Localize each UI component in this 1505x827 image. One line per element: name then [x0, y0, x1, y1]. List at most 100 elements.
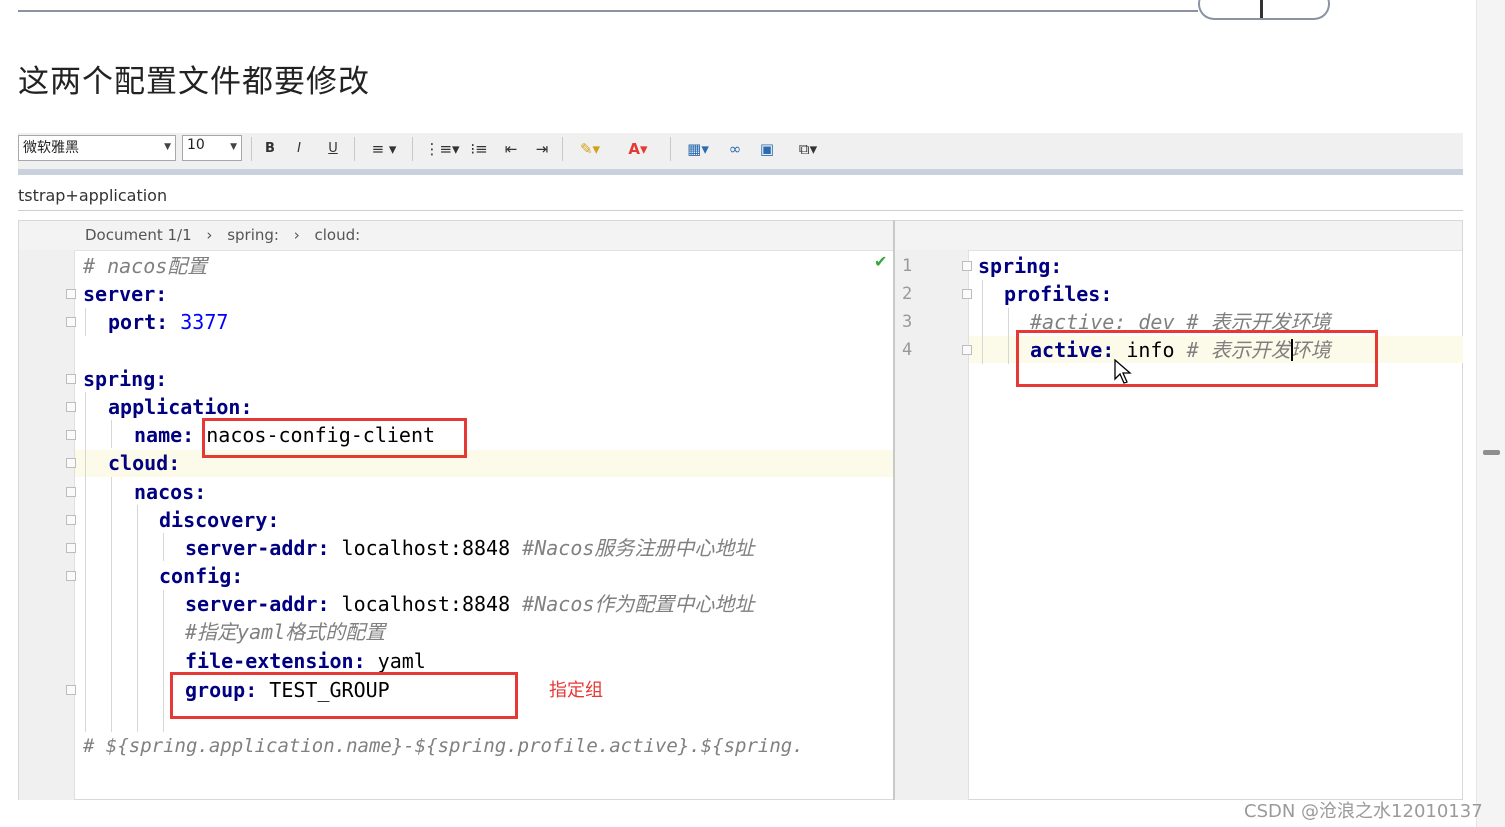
code-line: # ${spring.application.name}-${spring.pr…: [83, 735, 804, 757]
code-line: spring:: [83, 367, 168, 391]
fold-marker[interactable]: [66, 543, 76, 553]
code-line: #指定yaml格式的配置: [185, 620, 386, 644]
code-insert-icon: ⧉▾: [798, 140, 818, 158]
code-line: profiles:: [1004, 282, 1113, 306]
chevron-down-icon: ▼: [230, 142, 237, 152]
code-line: port: 3377: [108, 310, 229, 334]
editor-toolbar: 微软雅黑 ▼ 10 ▼ B I U ≡ ▾ ⋮≡▾ ⁝≡ ⇤ ⇥ ✎▾ A▾ ▦…: [18, 133, 1463, 175]
indent-guide: [85, 392, 86, 732]
breadcrumb-separator: ›: [293, 226, 300, 244]
breadcrumb-document[interactable]: Document 1/1: [85, 226, 192, 244]
fold-marker[interactable]: [962, 345, 972, 355]
toolbar-separator: [354, 137, 355, 161]
outdent-icon: ⇤: [504, 140, 518, 158]
code-line: config:: [159, 564, 244, 588]
indent-button[interactable]: ⇥: [531, 137, 553, 161]
highlight-color-button[interactable]: ✎▾: [570, 137, 610, 161]
image-button[interactable]: ▣: [756, 137, 778, 161]
breadcrumb-cloud[interactable]: cloud:: [315, 226, 361, 244]
numbered-list-icon: ⋮≡▾: [424, 140, 460, 158]
watermark: CSDN @沧浪之水12010137: [1244, 801, 1483, 822]
outdent-button[interactable]: ⇤: [500, 137, 522, 161]
code-line: nacos:: [134, 480, 207, 504]
fold-marker[interactable]: [66, 374, 76, 384]
italic-button[interactable]: I: [288, 137, 310, 161]
indent-guide: [982, 280, 983, 364]
previous-figure-knob: [1198, 0, 1330, 20]
fold-marker[interactable]: [962, 261, 972, 271]
code-line: application:: [108, 395, 253, 419]
numbered-list-button[interactable]: ⋮≡▾: [422, 137, 462, 161]
indent-guide: [163, 590, 164, 732]
breadcrumb-separator: ›: [206, 226, 213, 244]
code-line: spring:: [978, 254, 1063, 278]
fold-marker[interactable]: [66, 317, 76, 327]
left-gutter: [19, 250, 75, 800]
indent-guide: [111, 420, 112, 448]
line-number: 3: [902, 312, 913, 332]
code-line: file-extension: yaml: [185, 649, 426, 673]
check-icon: ✔: [874, 252, 888, 271]
toolbar-separator: [670, 137, 671, 161]
chevron-down-icon: ▼: [164, 142, 171, 152]
code-line: server-addr: localhost:8848 #Nacos作为配置中心…: [185, 592, 755, 616]
fold-marker[interactable]: [66, 289, 76, 299]
breadcrumb: Document 1/1 › spring: › cloud:: [85, 226, 370, 244]
pane-divider[interactable]: [893, 220, 895, 800]
code-line: discovery:: [159, 508, 280, 532]
breadcrumb-spring[interactable]: spring:: [227, 226, 279, 244]
fold-marker[interactable]: [66, 402, 76, 412]
divider: [18, 210, 1463, 211]
font-family-value: 微软雅黑: [23, 140, 79, 156]
code-line: # nacos配置: [83, 254, 208, 278]
bold-button[interactable]: B: [259, 137, 281, 161]
table-button[interactable]: ▦▾: [678, 137, 718, 161]
font-size-select[interactable]: 10 ▼: [182, 135, 242, 161]
mouse-pointer-icon: [1114, 358, 1132, 389]
indent-icon: ⇥: [535, 140, 549, 158]
link-icon: ∞: [728, 140, 742, 158]
page-scrollbar[interactable]: [1476, 0, 1505, 827]
toolbar-separator: [251, 137, 252, 161]
highlight-box-active: [1016, 330, 1378, 387]
bullet-list-icon: ⁝≡: [470, 140, 488, 158]
code-button[interactable]: ⧉▾: [788, 137, 828, 161]
toolbar-separator: [562, 137, 563, 161]
line-number: 4: [902, 340, 913, 360]
link-button[interactable]: ∞: [724, 137, 746, 161]
code-line: server:: [83, 282, 168, 306]
fold-marker[interactable]: [66, 487, 76, 497]
font-size-value: 10: [187, 137, 205, 153]
indent-guide: [163, 533, 164, 561]
page-scrollbar-thumb[interactable]: [1483, 450, 1500, 455]
annotation-label: 指定组: [549, 680, 603, 701]
fold-marker[interactable]: [66, 571, 76, 581]
table-icon: ▦▾: [687, 140, 709, 158]
align-button[interactable]: ≡ ▾: [364, 137, 404, 161]
line-number: 2: [902, 284, 913, 304]
toolbar-separator: [412, 137, 413, 161]
indent-guide: [1008, 308, 1009, 364]
document-title: tstrap+application: [18, 186, 168, 205]
right-gutter: [895, 250, 969, 800]
fold-marker[interactable]: [66, 430, 76, 440]
font-color-button[interactable]: A▾: [618, 137, 658, 161]
highlight-box-group: [170, 672, 518, 719]
code-line: cloud:: [108, 451, 181, 475]
underline-button[interactable]: U: [322, 137, 344, 161]
font-color-icon: A▾: [628, 140, 648, 158]
fold-marker[interactable]: [962, 289, 972, 299]
previous-figure-edge: [18, 0, 1198, 12]
page-heading: 这两个配置文件都要修改: [18, 64, 370, 100]
code-line: server-addr: localhost:8848 #Nacos服务注册中心…: [185, 536, 755, 560]
breadcrumb-bar-right: [895, 221, 1462, 251]
fold-marker[interactable]: [66, 685, 76, 695]
align-icon: ≡ ▾: [371, 140, 397, 158]
indent-guide: [137, 505, 138, 732]
previous-figure-bar: [1260, 0, 1263, 18]
bullet-list-button[interactable]: ⁝≡: [468, 137, 490, 161]
highlight-box-name: [202, 418, 467, 458]
font-family-select[interactable]: 微软雅黑 ▼: [18, 135, 176, 161]
fold-marker[interactable]: [66, 515, 76, 525]
fold-marker[interactable]: [66, 458, 76, 468]
